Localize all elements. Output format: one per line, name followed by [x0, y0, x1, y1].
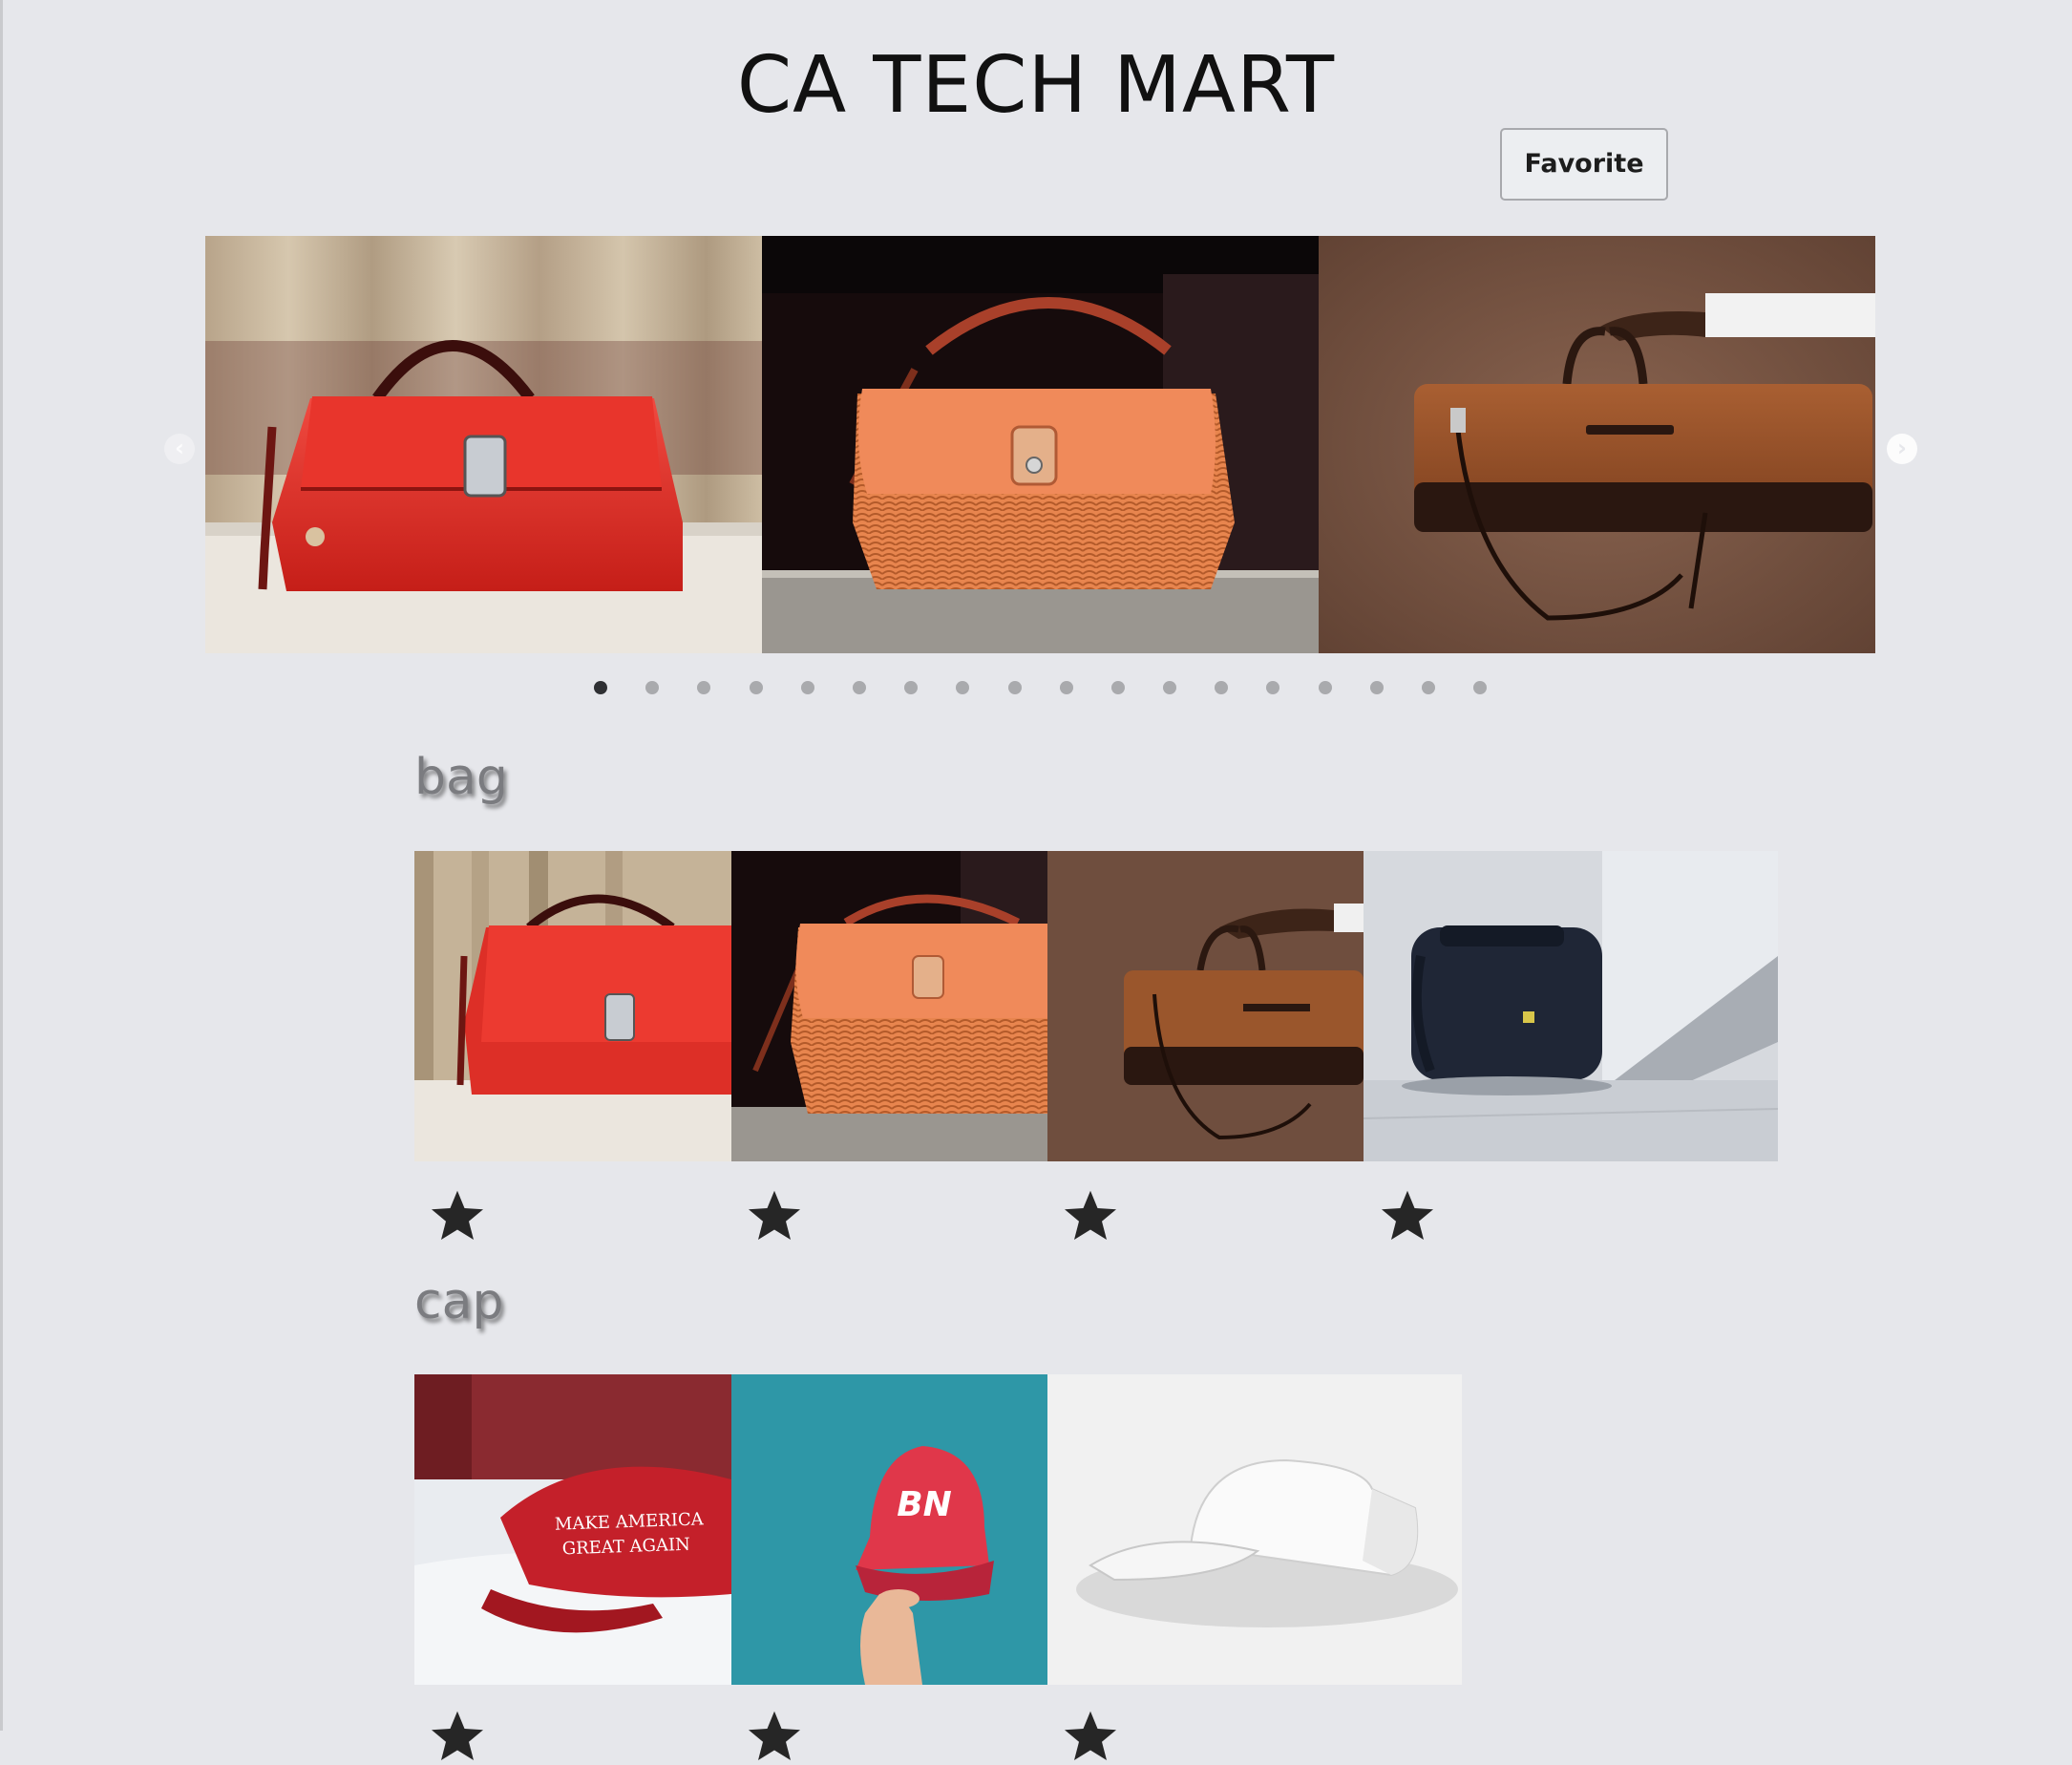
favorite-star-icon[interactable]	[746, 1708, 803, 1765]
orange-wicker-handbag-thumbnail	[731, 851, 1047, 1161]
favorite-button[interactable]: Favorite	[1500, 128, 1668, 201]
navy-backpack-thumbnail	[1364, 851, 1778, 1161]
carousel-indicator-dot[interactable]	[1215, 681, 1229, 694]
category-title-cap: cap	[414, 1273, 504, 1330]
carousel-prev-icon[interactable]: ‹	[164, 434, 195, 464]
carousel-indicator-dot[interactable]	[1473, 681, 1488, 694]
carousel-indicator-dot[interactable]	[1266, 681, 1280, 694]
product-card-brown-leather-duffel[interactable]	[1047, 851, 1364, 1161]
carousel-indicator-dot[interactable]	[956, 681, 970, 694]
favorite-star-icon[interactable]	[1062, 1187, 1119, 1244]
orange-wicker-handbag-image	[762, 236, 1319, 653]
carousel-indicator-dot[interactable]	[749, 681, 763, 694]
carousel-indicator-dot[interactable]	[1422, 681, 1435, 694]
carousel-indicator-dot[interactable]	[1163, 681, 1177, 694]
carousel-indicator-dot[interactable]	[1369, 681, 1384, 694]
carousel-indicator-dot[interactable]	[645, 681, 660, 694]
carousel-indicator-dot[interactable]	[1059, 681, 1073, 694]
favorite-star-icon[interactable]	[429, 1708, 486, 1765]
window-edge	[0, 0, 3, 1731]
carousel-indicator-dot[interactable]	[1007, 681, 1022, 694]
carousel-indicator-dot[interactable]	[1110, 681, 1125, 694]
product-card-orange-wicker-handbag[interactable]	[731, 851, 1047, 1161]
carousel-indicator-dot[interactable]	[594, 681, 607, 694]
product-card-navy-backpack[interactable]	[1364, 851, 1778, 1161]
favorite-star-icon[interactable]	[1062, 1708, 1119, 1765]
brown-leather-duffel-image	[1319, 236, 1875, 653]
product-card-red-logo-cap[interactable]: BN	[731, 1374, 1047, 1685]
favorite-star-icon[interactable]	[429, 1187, 486, 1244]
favorite-star-icon[interactable]	[746, 1187, 803, 1244]
carousel-indicator-dot[interactable]	[697, 681, 711, 694]
carousel-slide-brown-leather-duffel[interactable]	[1319, 236, 1875, 653]
red-logo-cap-thumbnail: BN	[731, 1374, 1047, 1685]
category-title-bag: bag	[414, 749, 508, 806]
carousel-indicators	[594, 681, 1525, 694]
carousel-indicator-dot[interactable]	[904, 681, 919, 694]
white-trucker-cap-thumbnail	[1047, 1374, 1462, 1685]
carousel-indicator-dot[interactable]	[852, 681, 866, 694]
cap-logo-graphic: BN	[897, 1485, 952, 1524]
red-handbag-thumbnail	[414, 851, 731, 1161]
carousel-slide-orange-wicker-handbag[interactable]	[762, 236, 1319, 653]
carousel-indicator-dot[interactable]	[800, 681, 814, 694]
brown-leather-duffel-thumbnail	[1047, 851, 1364, 1161]
bag-product-row	[414, 851, 1778, 1161]
product-card-red-handbag[interactable]	[414, 851, 731, 1161]
cap-product-row: MAKE AMERICA GREAT AGAIN BN	[414, 1374, 1462, 1685]
red-handbag-image	[205, 236, 762, 653]
carousel-slide-red-handbag[interactable]	[205, 236, 762, 653]
product-card-white-trucker-cap[interactable]	[1047, 1374, 1462, 1685]
favorite-star-icon[interactable]	[1379, 1187, 1436, 1244]
carousel-next-icon[interactable]: ›	[1887, 434, 1917, 464]
product-card-red-slogan-cap[interactable]: MAKE AMERICA GREAT AGAIN	[414, 1374, 731, 1685]
product-carousel[interactable]	[205, 236, 1876, 653]
carousel-indicator-dot[interactable]	[1318, 681, 1332, 694]
red-slogan-cap-thumbnail: MAKE AMERICA GREAT AGAIN	[414, 1374, 731, 1685]
site-title: CA TECH MART	[736, 40, 1336, 131]
